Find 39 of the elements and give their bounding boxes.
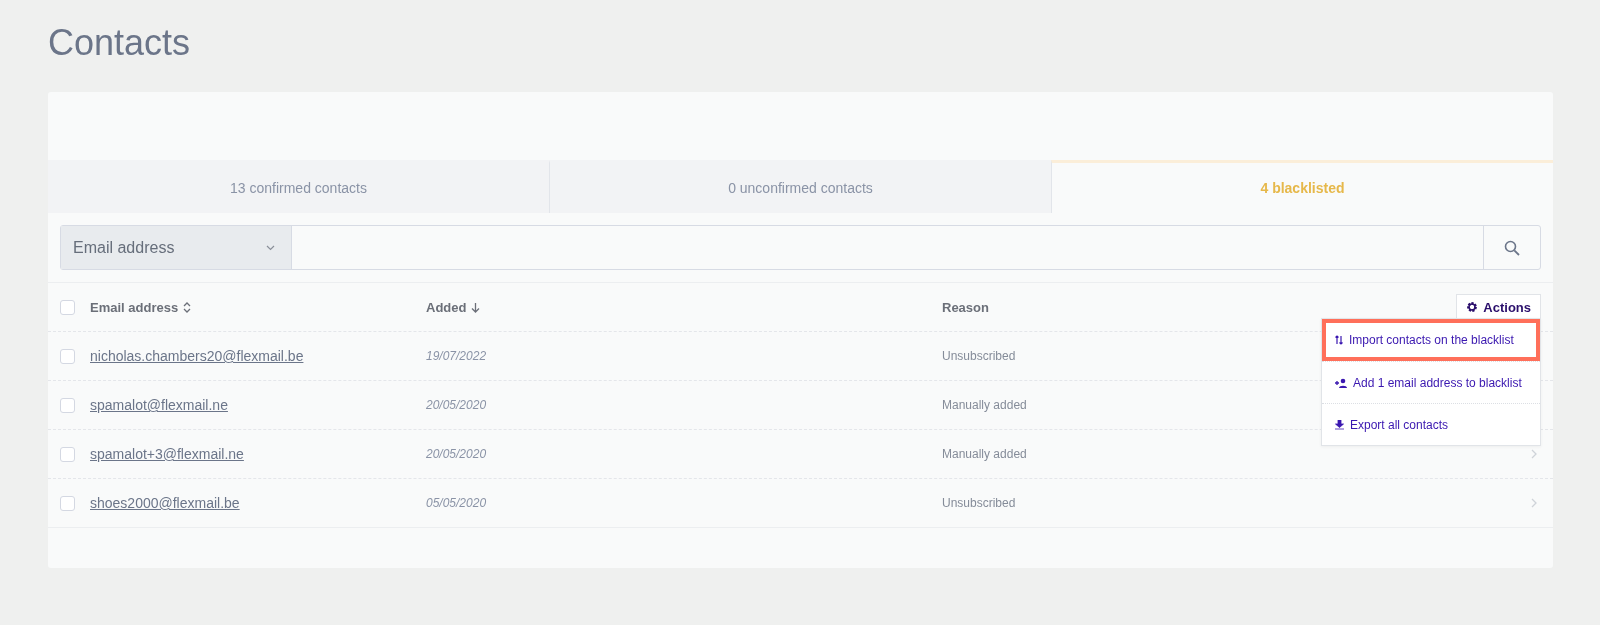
row-checkbox[interactable] bbox=[60, 397, 75, 413]
email-link[interactable]: spamalot@flexmail.ne bbox=[90, 397, 228, 413]
arrows-icon bbox=[1335, 335, 1343, 345]
search-icon bbox=[1504, 239, 1520, 256]
email-link[interactable]: nicholas.chambers20@flexmail.be bbox=[90, 348, 304, 364]
column-header[interactable]: Email address bbox=[90, 299, 192, 315]
select-all-checkbox[interactable] bbox=[60, 299, 75, 315]
page-title: Contacts bbox=[48, 22, 192, 65]
email-link[interactable]: shoes2000@flexmail.be bbox=[90, 495, 240, 511]
tab[interactable]: 0 unconfirmed contacts bbox=[549, 160, 1051, 213]
date-cell-text: 20/05/2020 bbox=[426, 447, 488, 461]
row-checkbox[interactable] bbox=[60, 495, 75, 511]
row-checkbox[interactable] bbox=[60, 348, 75, 364]
settings-icon bbox=[1466, 301, 1479, 313]
menu-item[interactable]: Export all contacts bbox=[1322, 403, 1540, 445]
sort-icon[interactable] bbox=[183, 301, 192, 313]
date-cell-text: 19/07/2022 bbox=[426, 349, 488, 363]
reason-cell-text: Manually added bbox=[942, 398, 1028, 412]
chevron-down-icon bbox=[266, 244, 275, 251]
column-header[interactable]: Reason bbox=[942, 299, 989, 315]
column-header[interactable]: Added bbox=[426, 299, 481, 315]
reason-cell-text: Manually added bbox=[942, 447, 1028, 461]
tab[interactable]: 13 confirmed contacts bbox=[48, 160, 549, 213]
add-user-icon bbox=[1335, 377, 1347, 388]
menu-item[interactable]: Import contacts on the blacklist bbox=[1322, 319, 1540, 361]
download-icon bbox=[1335, 419, 1344, 430]
date-cell-text: 20/05/2020 bbox=[426, 398, 488, 412]
date-cell-text: 05/05/2020 bbox=[426, 496, 488, 510]
field-select[interactable]: Email address bbox=[61, 226, 292, 269]
email-link[interactable]: spamalot+3@flexmail.ne bbox=[90, 446, 244, 462]
table-row[interactable]: shoes2000@flexmail.be 05/05/2020 Unsubscribed bbox=[48, 478, 1553, 527]
actions-button[interactable]: Actions bbox=[1456, 294, 1541, 320]
chevron-right-icon[interactable] bbox=[1531, 449, 1537, 459]
reason-cell-text: Unsubscribed bbox=[942, 496, 1017, 510]
chevron-right-icon[interactable] bbox=[1531, 498, 1537, 508]
arrow-down-icon[interactable] bbox=[471, 301, 481, 313]
reason-cell-text: Unsubscribed bbox=[942, 349, 1017, 363]
menu-item[interactable]: Add 1 email address to blacklist bbox=[1322, 361, 1540, 403]
row-checkbox[interactable] bbox=[60, 446, 75, 462]
